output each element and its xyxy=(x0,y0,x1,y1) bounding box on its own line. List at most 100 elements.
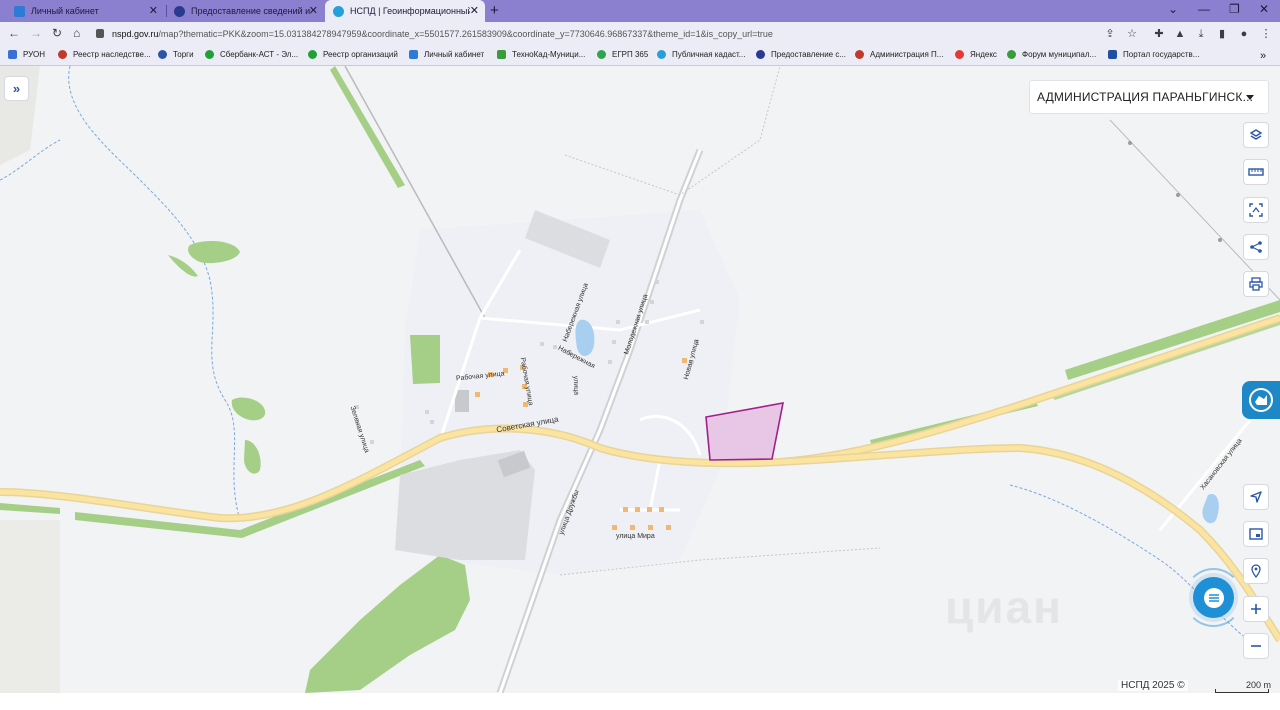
address-bar[interactable]: nspd.gov.ru/map?thematic=PKK&zoom=15.031… xyxy=(96,26,1096,43)
assistant-button[interactable] xyxy=(1242,381,1280,419)
bookmark-star-icon[interactable]: ☆ xyxy=(1126,28,1138,40)
bookmark-item[interactable]: Яндекс xyxy=(955,50,997,59)
bookmark-label: Реестр наследстве... xyxy=(73,50,151,59)
bookmark-item[interactable]: Реестр наследстве... xyxy=(58,50,151,59)
tab-favicon-icon xyxy=(174,5,185,17)
bookmark-label: ТехноКад-Муници... xyxy=(512,50,586,59)
bookmark-icon xyxy=(657,50,666,59)
street-label: улица xyxy=(571,375,580,396)
minimap-button[interactable] xyxy=(1243,521,1269,547)
tab-personal-cabinet[interactable]: Личный кабинет ✕ xyxy=(6,0,164,22)
map-viewport[interactable]: Советская улица Набережная улица Набереж… xyxy=(0,66,1280,693)
tab-close-icon[interactable]: ✕ xyxy=(149,4,158,17)
bookmark-label: Форум муниципал... xyxy=(1022,50,1097,59)
bookmark-label: Администрация П... xyxy=(870,50,944,59)
share-icon xyxy=(1250,241,1262,253)
bookmark-item[interactable]: Реестр организаций xyxy=(308,50,398,59)
chat-button[interactable] xyxy=(1193,577,1234,618)
tab-title: Предоставление сведений из Е xyxy=(191,6,311,16)
bookmark-icon xyxy=(597,50,606,59)
expand-panel-button[interactable]: » xyxy=(4,76,29,101)
bookmark-item[interactable]: РУОН xyxy=(8,50,45,59)
profile-avatar-icon[interactable]: ● xyxy=(1238,28,1250,40)
bookmark-icon xyxy=(58,50,67,59)
bookmark-item[interactable]: Форум муниципал... xyxy=(1007,50,1096,59)
side-panel-icon[interactable]: ▮ xyxy=(1216,28,1228,40)
extensions-puzzle-icon[interactable]: ✚ xyxy=(1153,28,1165,40)
select-area-button[interactable] xyxy=(1243,197,1269,223)
bookmark-item[interactable]: Публичная кадаст... xyxy=(657,50,745,59)
zoom-in-button[interactable] xyxy=(1243,596,1269,622)
map-canvas[interactable] xyxy=(0,66,1280,693)
building xyxy=(455,390,469,412)
flask-icon[interactable]: ▲ xyxy=(1174,28,1186,40)
url-host: nspd.gov.ru xyxy=(112,29,159,39)
bookmark-item[interactable]: Сбербанк-АСТ - Эл... xyxy=(205,50,298,59)
printer-icon xyxy=(1249,277,1263,291)
bookmark-label: Торги xyxy=(173,50,194,59)
bookmark-item[interactable]: Портал государств... xyxy=(1108,50,1199,59)
share-page-icon[interactable]: ⇪ xyxy=(1104,28,1116,40)
browser-menu-icon[interactable]: ⋮ xyxy=(1260,28,1272,40)
minimap-icon xyxy=(1249,528,1263,540)
bookmark-icon xyxy=(497,50,506,59)
bookmark-icon xyxy=(158,50,167,59)
bookmark-label: Портал государств... xyxy=(1123,50,1200,59)
scale-bar: 200 m xyxy=(1213,680,1271,693)
pole xyxy=(1128,141,1132,145)
sports-field xyxy=(410,335,440,384)
tab-title: НСПД | Геоинформационный п xyxy=(350,6,470,16)
tab-close-icon[interactable]: ✕ xyxy=(470,4,479,17)
pole xyxy=(1176,193,1180,197)
bookmark-item[interactable]: ЕГРП 365 xyxy=(597,50,648,59)
pin-search-button[interactable] xyxy=(1243,558,1269,584)
home-icon[interactable]: ⌂ xyxy=(73,26,80,40)
territory-select-value: АДМИНИСТРАЦИЯ ПАРАНЬГИНСК... xyxy=(1037,90,1254,104)
more-bookmarks-chevron-icon[interactable]: » xyxy=(1260,50,1266,62)
bookmark-icon xyxy=(855,50,864,59)
tab-title: Личный кабинет xyxy=(31,6,99,16)
navigation-arrow-icon xyxy=(1250,491,1262,503)
assistant-icon xyxy=(1249,388,1273,412)
bookmark-item[interactable]: Администрация П... xyxy=(855,50,943,59)
bookmarks-bar: РУОН Реестр наследстве... Торги Сбербанк… xyxy=(0,46,1280,66)
bookmark-item[interactable]: ТехноКад-Муници... xyxy=(497,50,585,59)
minimize-button[interactable]: — xyxy=(1198,2,1210,16)
watermark: циан xyxy=(945,581,1063,633)
ruler-icon xyxy=(1248,168,1264,176)
bookmark-item[interactable]: Предоставление с... xyxy=(756,50,846,59)
print-button[interactable] xyxy=(1243,271,1269,297)
back-arrow-icon[interactable]: ← xyxy=(8,26,20,40)
share-button[interactable] xyxy=(1243,234,1269,260)
new-tab-button[interactable]: + xyxy=(490,2,499,19)
chat-icon xyxy=(1203,587,1224,608)
bookmark-icon xyxy=(409,50,418,59)
measure-button[interactable] xyxy=(1243,159,1269,185)
geolocate-button[interactable] xyxy=(1243,484,1269,510)
close-window-button[interactable]: ✕ xyxy=(1259,2,1269,16)
layers-icon xyxy=(1249,129,1263,140)
bookmark-item[interactable]: Торги xyxy=(158,50,194,59)
restore-button[interactable]: ❐ xyxy=(1229,2,1240,16)
zoom-out-button[interactable] xyxy=(1243,633,1269,659)
forward-arrow-icon[interactable]: → xyxy=(30,26,42,40)
tab-favicon-icon xyxy=(333,5,344,17)
territory-select[interactable]: АДМИНИСТРАЦИЯ ПАРАНЬГИНСК... xyxy=(1029,80,1269,114)
bookmark-item[interactable]: Личный кабинет xyxy=(409,50,484,59)
street-label: улица Мира xyxy=(616,533,655,540)
dropdown-arrow-icon xyxy=(1246,95,1254,100)
tab-search-chevron-icon[interactable]: ⌄ xyxy=(1168,2,1178,16)
reload-icon[interactable]: ↻ xyxy=(52,26,62,40)
tab-egrn-info[interactable]: Предоставление сведений из Е ✕ xyxy=(166,0,324,22)
tab-nspd[interactable]: НСПД | Геоинформационный п ✕ xyxy=(325,0,485,22)
map-copyright: НСПД 2025 © xyxy=(1118,680,1188,691)
bookmark-icon xyxy=(8,50,17,59)
bookmark-label: Публичная кадаст... xyxy=(672,50,746,59)
download-icon[interactable]: ⤓ xyxy=(1195,28,1207,40)
lock-icon xyxy=(96,29,104,38)
tab-strip: Личный кабинет ✕ Предоставление сведений… xyxy=(0,0,1280,22)
bookmark-label: Сбербанк-АСТ - Эл... xyxy=(220,50,299,59)
bookmark-label: ЕГРП 365 xyxy=(612,50,649,59)
tab-close-icon[interactable]: ✕ xyxy=(309,4,318,17)
layers-button[interactable] xyxy=(1243,122,1269,148)
